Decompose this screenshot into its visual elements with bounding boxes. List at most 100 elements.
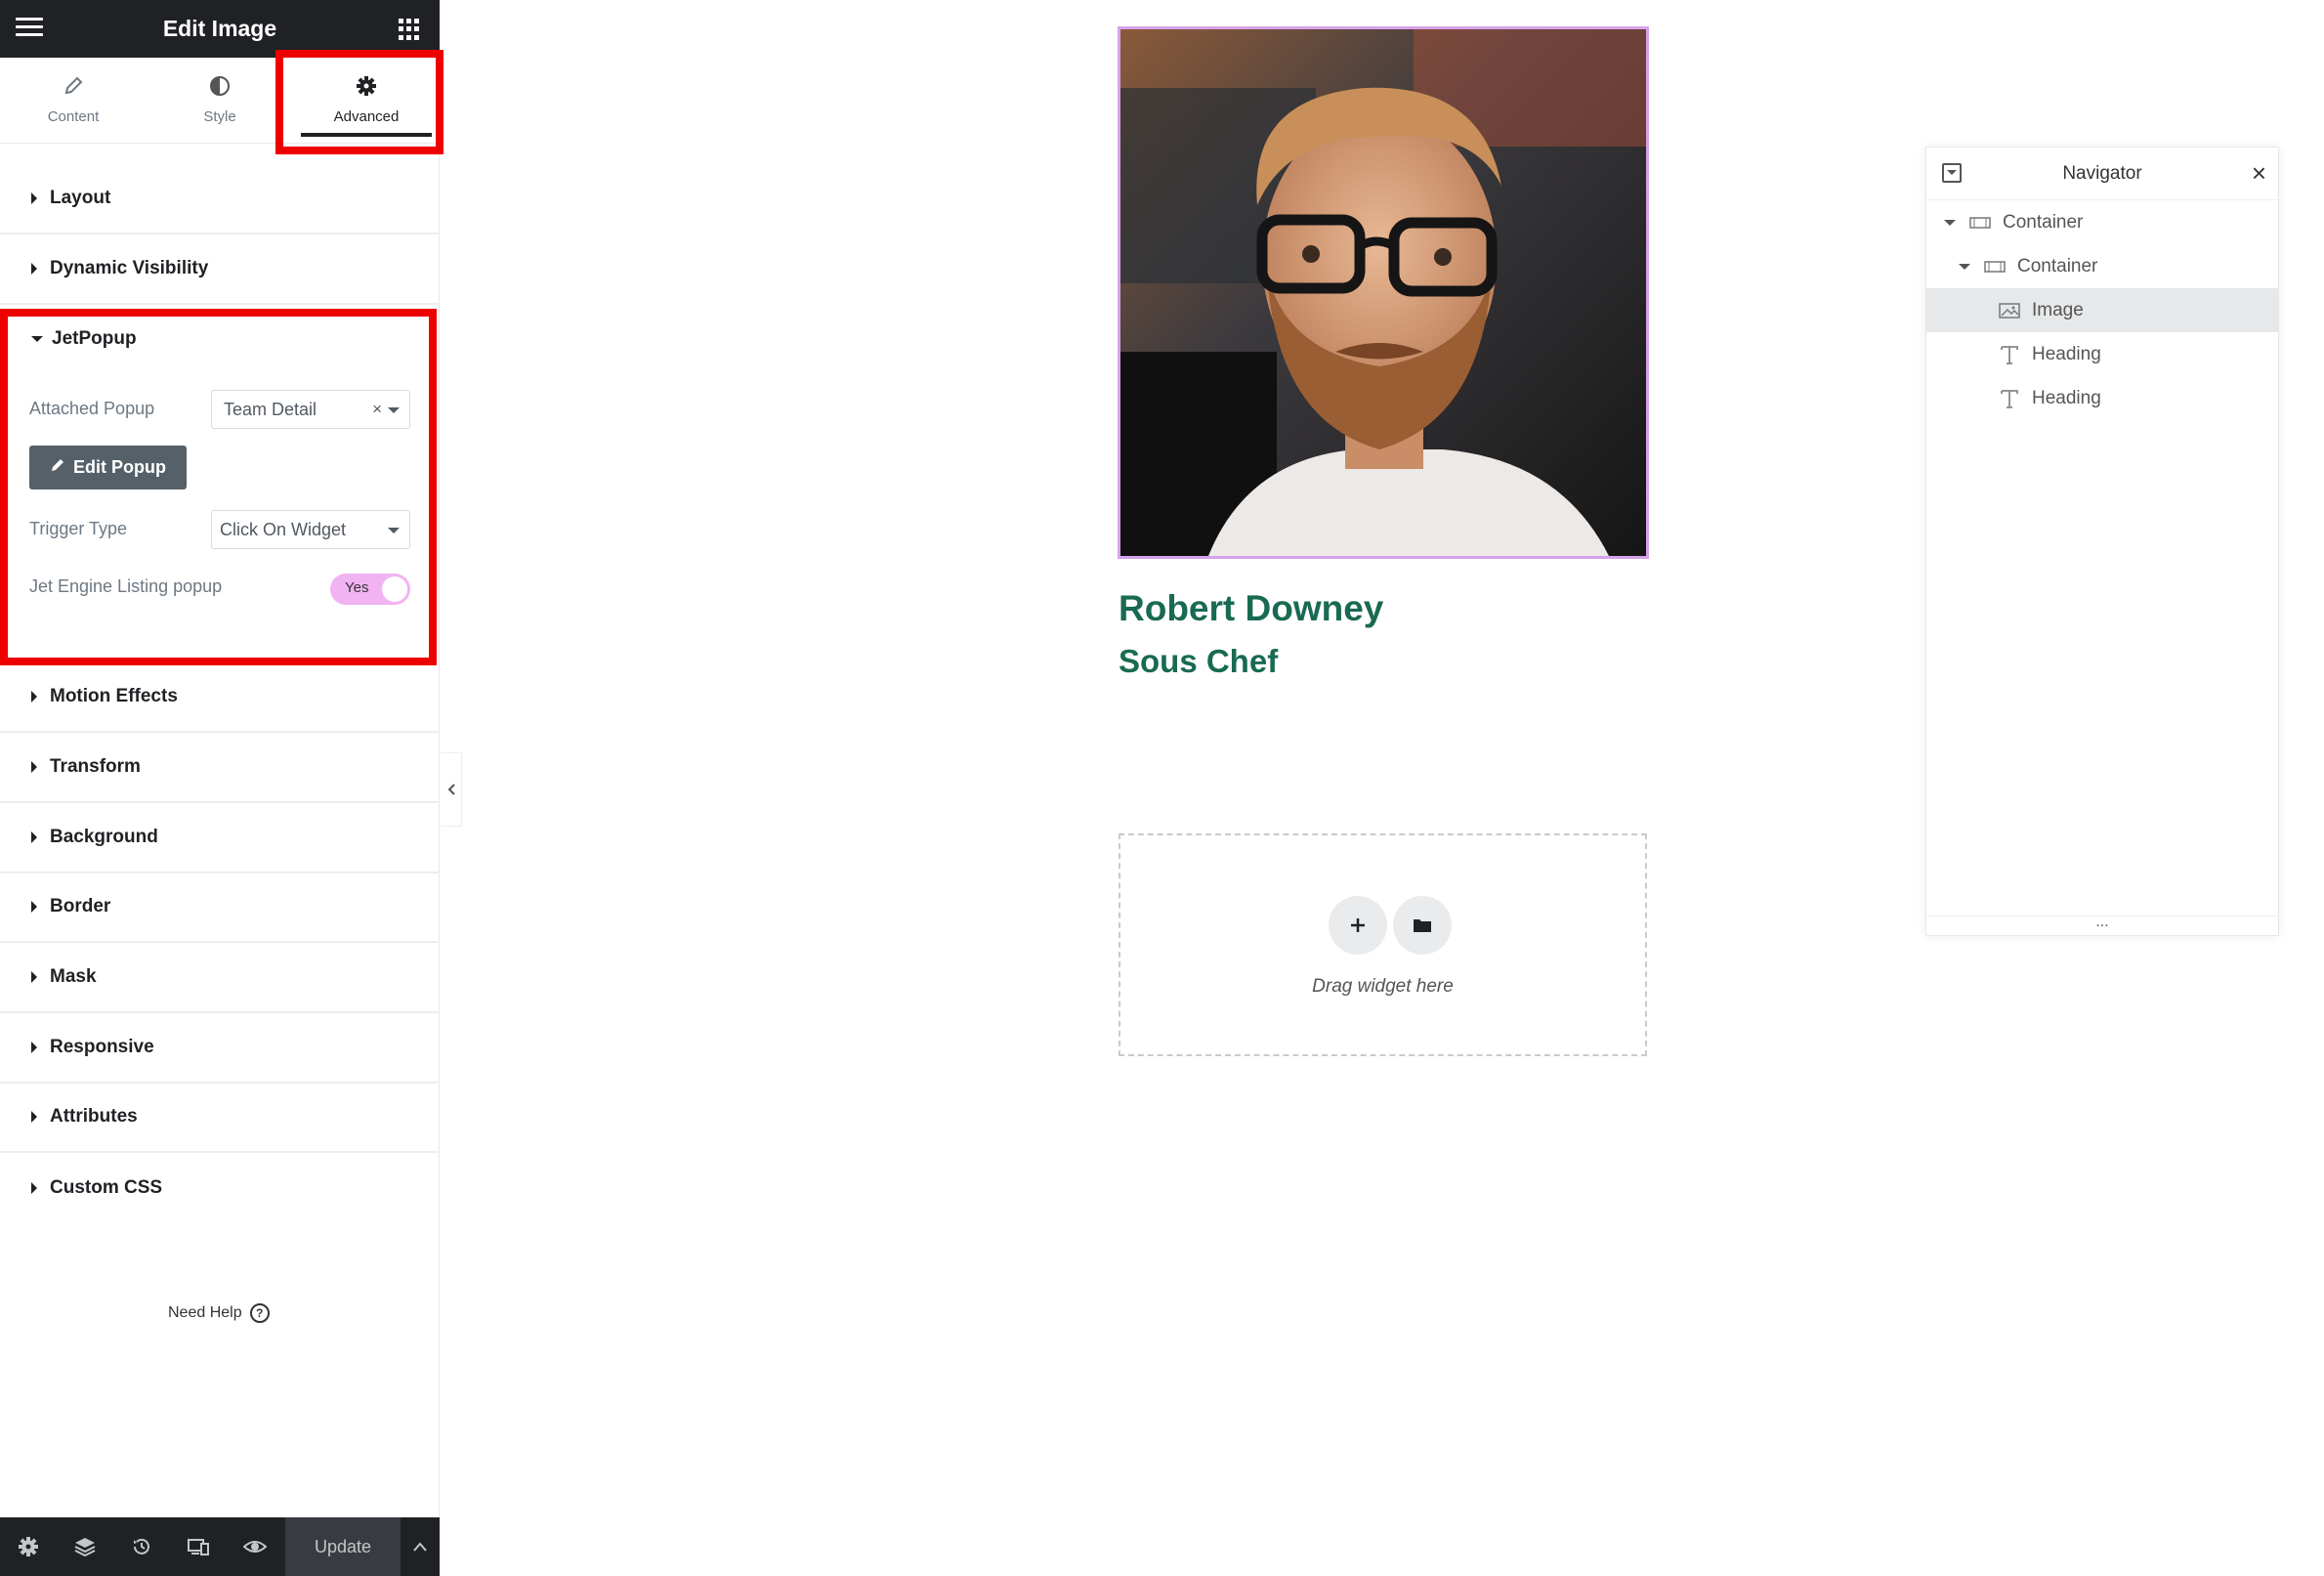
half-circle-icon: [209, 75, 231, 101]
need-help-label: Need Help: [168, 1304, 242, 1321]
caret-down-icon: [31, 336, 43, 342]
add-template-button[interactable]: [1393, 896, 1452, 955]
editor-panel: Edit Image Content Style Advanced Layout: [0, 0, 444, 1576]
jetpopup-title: JetPopup: [52, 328, 137, 349]
navigator-header[interactable]: Navigator ×: [1926, 148, 2278, 200]
heading-icon: [1999, 344, 2020, 365]
section-border[interactable]: Border: [0, 873, 440, 943]
caret-right-icon: [31, 1042, 37, 1053]
attached-popup-value: Team Detail: [224, 399, 317, 419]
tab-advanced[interactable]: Advanced: [293, 58, 440, 143]
navigator-item-image[interactable]: Image: [1926, 288, 2278, 332]
drag-widget-text: Drag widget here: [1312, 976, 1454, 997]
listing-popup-label: Jet Engine Listing popup: [29, 576, 223, 596]
settings-icon[interactable]: [0, 1517, 57, 1576]
attached-popup-select[interactable]: Team Detail ×: [211, 390, 410, 429]
navigator-item-heading[interactable]: Heading: [1926, 376, 2278, 420]
container-icon: [1984, 260, 2006, 274]
need-help-link[interactable]: Need Help ?: [168, 1303, 270, 1323]
caret-right-icon: [31, 901, 37, 913]
tab-advanced-label: Advanced: [333, 108, 400, 125]
caret-right-icon: [31, 831, 37, 843]
edit-popup-label: Edit Popup: [73, 457, 166, 477]
section-custom-css[interactable]: Custom CSS: [0, 1153, 440, 1223]
add-widget-button[interactable]: [1329, 896, 1387, 955]
apps-grid-icon[interactable]: [399, 19, 420, 40]
update-options-button[interactable]: [401, 1517, 440, 1576]
collapse-panel-button[interactable]: [441, 752, 462, 827]
question-icon: ?: [249, 1303, 270, 1323]
heading-icon: [1999, 388, 2020, 409]
pencil-icon: [63, 75, 84, 101]
hamburger-menu-icon[interactable]: [16, 18, 43, 39]
profile-image[interactable]: [1118, 26, 1649, 559]
chevron-left-icon: [447, 784, 455, 795]
chevron-down-icon: [388, 407, 400, 413]
section-label: Mask: [50, 966, 97, 987]
section-responsive[interactable]: Responsive: [0, 1013, 440, 1084]
caret-right-icon: [31, 971, 37, 983]
folder-icon: [1414, 919, 1431, 932]
tab-style[interactable]: Style: [147, 58, 293, 143]
navigator-item-label: Heading: [2032, 387, 2101, 408]
collapse-all-icon[interactable]: [1942, 163, 1962, 183]
section-background[interactable]: Background: [0, 803, 440, 873]
plus-icon: [1351, 918, 1365, 932]
caret-right-icon: [31, 1182, 37, 1194]
panel-footer: Update: [0, 1517, 440, 1576]
trigger-type-select[interactable]: Click On Widget: [211, 510, 410, 549]
layers-icon[interactable]: [57, 1517, 113, 1576]
profile-photo-illustration: [1120, 29, 1646, 556]
navigator-item-label: Container: [2017, 255, 2098, 277]
section-label: Dynamic Visibility: [50, 258, 209, 278]
caret-right-icon: [31, 691, 37, 703]
navigator-item-label: Image: [2032, 299, 2084, 320]
update-button[interactable]: Update: [285, 1517, 401, 1576]
section-label: Layout: [50, 188, 111, 208]
trigger-type-value: Click On Widget: [220, 519, 347, 539]
listing-popup-toggle[interactable]: Yes: [330, 574, 410, 605]
section-jetpopup: JetPopup Attached Popup Team Detail × Ed…: [0, 309, 440, 665]
pencil-icon: [50, 457, 65, 478]
responsive-icon[interactable]: [170, 1517, 227, 1576]
jetpopup-header[interactable]: JetPopup: [31, 328, 137, 350]
caret-right-icon: [31, 263, 37, 275]
widget-drop-zone[interactable]: Drag widget here: [1119, 833, 1647, 1056]
section-motion-effects[interactable]: Motion Effects: [0, 662, 440, 733]
caret-right-icon: [31, 761, 37, 773]
section-label: Attributes: [50, 1106, 138, 1127]
attached-popup-label: Attached Popup: [29, 399, 155, 418]
section-attributes[interactable]: Attributes: [0, 1083, 440, 1153]
heading-name[interactable]: Robert Downey: [1119, 588, 1383, 629]
container-icon: [1969, 216, 1991, 230]
panel-title: Edit Image: [162, 16, 277, 41]
history-icon[interactable]: [113, 1517, 170, 1576]
trigger-type-label: Trigger Type: [29, 519, 128, 538]
preview-eye-icon[interactable]: [227, 1517, 283, 1576]
clear-icon[interactable]: ×: [372, 400, 382, 419]
caret-right-icon: [31, 1111, 37, 1123]
heading-role[interactable]: Sous Chef: [1119, 643, 1278, 680]
navigator-item-heading[interactable]: Heading: [1926, 332, 2278, 376]
caret-down-icon: [1944, 219, 1956, 226]
panel-tabs: Content Style Advanced: [0, 58, 440, 144]
navigator-item-container[interactable]: Container: [1926, 200, 2278, 244]
edit-popup-button[interactable]: Edit Popup: [29, 446, 187, 490]
section-label: Motion Effects: [50, 686, 178, 706]
navigator-item-container[interactable]: Container: [1926, 244, 2278, 288]
section-label: Background: [50, 827, 158, 847]
panel-header: Edit Image: [0, 0, 440, 58]
section-label: Transform: [50, 756, 141, 777]
gear-icon: [356, 75, 377, 101]
section-mask[interactable]: Mask: [0, 943, 440, 1013]
section-dynamic-visibility[interactable]: Dynamic Visibility: [0, 234, 440, 305]
caret-down-icon: [1959, 263, 1970, 270]
section-transform[interactable]: Transform: [0, 733, 440, 803]
tab-content[interactable]: Content: [0, 58, 147, 143]
tab-content-label: Content: [47, 108, 100, 125]
section-layout[interactable]: Layout: [0, 164, 440, 234]
close-icon[interactable]: ×: [2252, 159, 2266, 187]
navigator-resize-handle[interactable]: ...: [1926, 915, 2278, 935]
toggle-knob: [382, 576, 407, 602]
section-label: Border: [50, 896, 111, 916]
